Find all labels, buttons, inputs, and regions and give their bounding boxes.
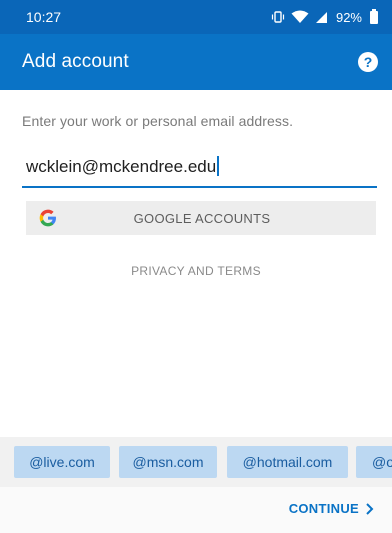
help-icon: ? (363, 54, 373, 70)
domain-chip-hotmail[interactable]: @hotmail.com (227, 446, 348, 478)
domain-suggestions: @live.com @msn.com @hotmail.com @o (0, 437, 392, 487)
status-indicators: 92% (271, 8, 378, 25)
domain-chip-live[interactable]: @live.com (14, 446, 110, 478)
email-input-value[interactable]: wcklein@mckendree.edu (26, 156, 220, 177)
bottom-bar: CONTINUE (0, 487, 392, 533)
wifi-icon (291, 10, 309, 23)
continue-button[interactable]: CONTINUE (289, 501, 374, 516)
privacy-and-terms-link[interactable]: PRIVACY AND TERMS (0, 264, 392, 278)
email-field[interactable]: wcklein@mckendree.edu (22, 146, 377, 188)
battery-icon (370, 8, 378, 24)
vibrate-icon (271, 11, 285, 23)
battery-percentage: 92% (335, 9, 362, 25)
status-icons (271, 10, 328, 24)
status-time: 10:27 (26, 9, 62, 25)
chevron-right-icon (366, 502, 374, 515)
text-caret (217, 156, 220, 176)
continue-label: CONTINUE (288, 501, 359, 516)
page-title: Add account (22, 51, 129, 72)
status-bar: 10:27 92% (0, 0, 392, 34)
help-button[interactable]: ? (358, 52, 378, 72)
google-accounts-button[interactable]: GOOGLE ACCOUNTS (26, 201, 376, 235)
email-instruction: Enter your work or personal email addres… (22, 113, 294, 129)
google-logo-icon (39, 209, 56, 227)
domain-chip-partial[interactable]: @o (356, 446, 392, 478)
app-bar: Add account ? (0, 34, 392, 90)
domain-chip-msn[interactable]: @msn.com (119, 446, 217, 478)
google-accounts-label: GOOGLE ACCOUNTS (133, 210, 271, 226)
signal-icon (315, 11, 327, 23)
email-value-text: wcklein@mckendree.edu (26, 157, 217, 176)
add-account-screen: 10:27 92% Add account ? Enter your work … (0, 0, 392, 533)
